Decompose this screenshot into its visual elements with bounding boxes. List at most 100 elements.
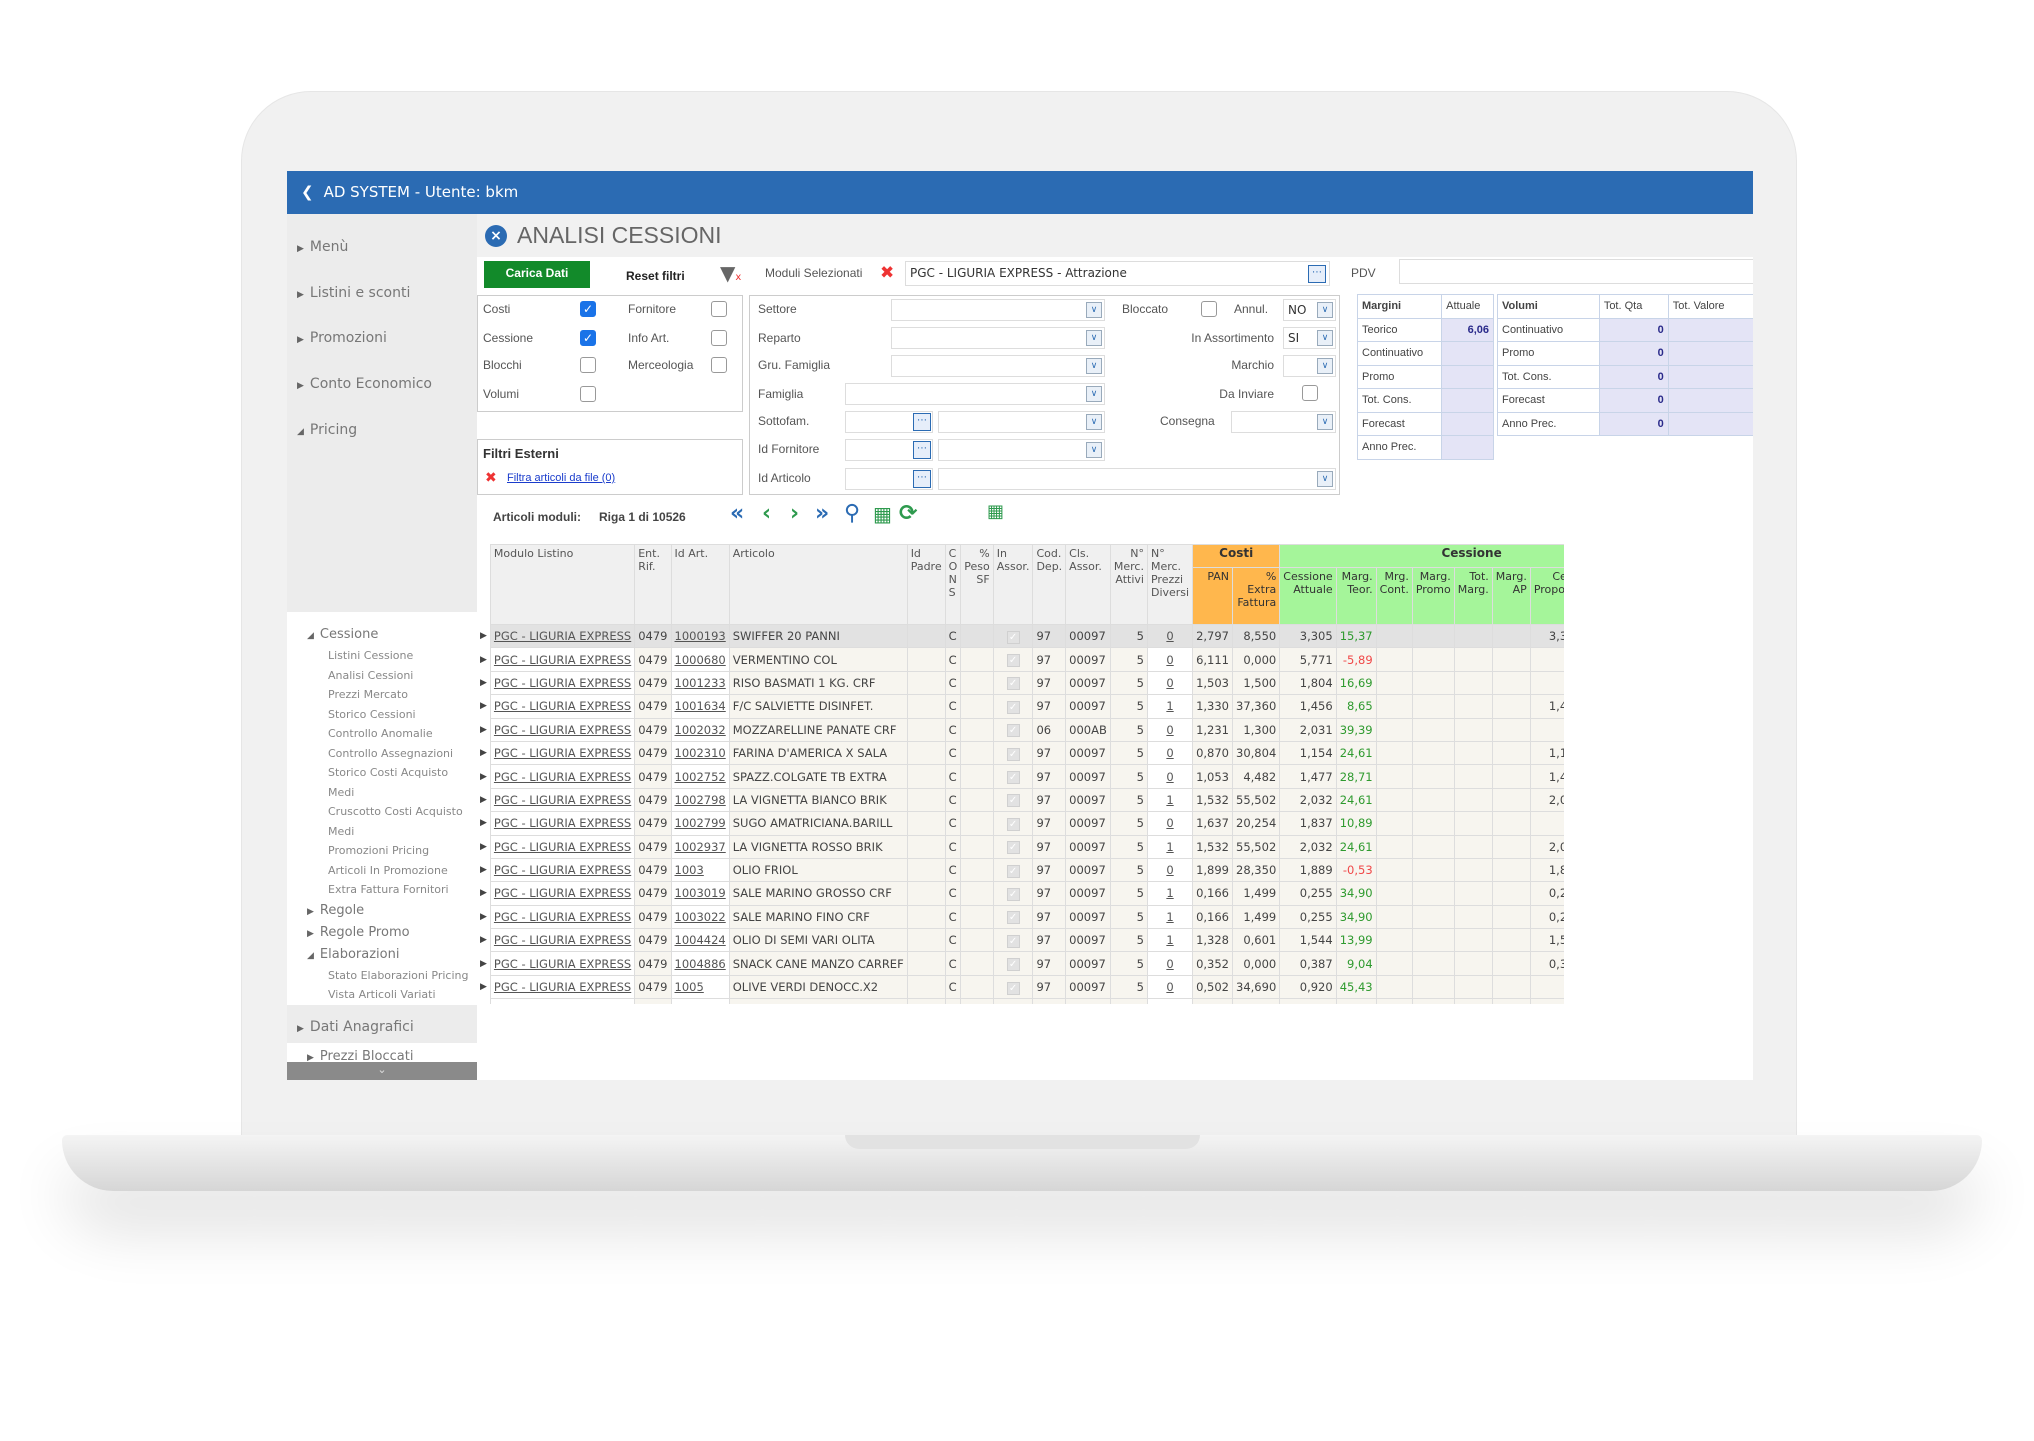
scroll-down-button[interactable]: ⌄	[287, 1062, 477, 1080]
expand-row-icon[interactable]: ▶	[477, 647, 491, 672]
cell-0[interactable]: PGC - LIGURIA EXPRESS	[489, 647, 636, 672]
cell-2[interactable]: 1002937	[670, 834, 730, 859]
cell-11[interactable]: 1	[1146, 787, 1194, 813]
tree-group[interactable]: ◢ Elaborazioni	[307, 944, 477, 966]
remove-file-filter-icon[interactable]: ✖	[485, 470, 497, 486]
table-row[interactable]: ▶ PGC - LIGURIA EXPRESS 0479 1002798 LA VIGN…	[477, 787, 1564, 813]
marchio-select[interactable]: ∨	[1283, 355, 1336, 377]
cell-11[interactable]: 0	[1146, 647, 1194, 672]
cell-0[interactable]: PGC - LIGURIA EXPRESS	[489, 764, 636, 789]
annul-select[interactable]: NO ∨	[1283, 299, 1336, 321]
column-header[interactable]: Cod. Dep.	[1032, 544, 1067, 625]
last-page-icon[interactable]: »	[815, 501, 829, 526]
gru-famiglia-select[interactable]: ∨	[891, 355, 1105, 377]
tree-item[interactable]: Prezzi Mercato	[307, 685, 477, 705]
costi-checkbox[interactable]: ✓	[580, 301, 596, 317]
cell-0[interactable]: PGC - LIGURIA EXPRESS	[489, 904, 636, 930]
tree-item[interactable]: Stato Elaborazioni Pricing	[307, 966, 477, 986]
cell-11[interactable]: 1	[1146, 834, 1194, 859]
bloccato-checkbox[interactable]	[1201, 301, 1217, 317]
cell-0[interactable]: PGC - LIGURIA EXPRESS	[489, 717, 636, 742]
cell-2[interactable]: 1002799	[670, 811, 730, 836]
back-icon[interactable]: ❮	[301, 183, 314, 201]
table-row[interactable]: ▶ PGC - LIGURIA EXPRESS 0479 1003019 SALE MA…	[477, 881, 1564, 906]
info-art-checkbox[interactable]	[711, 330, 727, 346]
reset-filters-button[interactable]: Reset filtri	[626, 269, 685, 283]
table-row[interactable]: ▶ PGC - LIGURIA EXPRESS 0479 1000680 VERMENT…	[477, 647, 1564, 672]
cell-2[interactable]: 1004424	[670, 928, 730, 953]
tree-item[interactable]: Promozioni Pricing	[307, 841, 477, 861]
cell-11[interactable]: 0	[1146, 811, 1194, 836]
cell-11[interactable]: 1	[1146, 694, 1194, 719]
table-row[interactable]: ▶ PGC - LIGURIA EXPRESS 0479 1002032 MOZZARE…	[477, 717, 1564, 742]
cell-0[interactable]: PGC - LIGURIA EXPRESS	[489, 740, 636, 766]
column-header[interactable]: Ent. Rif.	[634, 544, 672, 625]
table-row[interactable]: ▶PGC - LIGURIA EXPRESS04791005159PROB.DR…	[477, 998, 1564, 1004]
expand-row-icon[interactable]: ▶	[477, 835, 491, 859]
expand-row-icon[interactable]: ▶	[477, 624, 491, 648]
table-row[interactable]: ▶ PGC - LIGURIA EXPRESS 0479 1002752 SPAZZ.C…	[477, 764, 1564, 789]
columns-icon[interactable]: ▦	[873, 502, 892, 526]
cell-0[interactable]: PGC - LIGURIA EXPRESS	[489, 951, 636, 976]
browse-icon[interactable]: ⋯	[1308, 265, 1326, 283]
clear-filter-icon[interactable]: ▼x	[720, 261, 741, 285]
merceologia-checkbox[interactable]	[711, 357, 727, 373]
browse-icon[interactable]: ⋯	[913, 470, 931, 488]
cell-0[interactable]: PGC - LIGURIA EXPRESS	[489, 881, 636, 906]
column-header[interactable]: Cess. Proposta	[1529, 566, 1564, 626]
table-row[interactable]: ▶ PGC - LIGURIA EXPRESS 0479 1004886 SNACK C…	[477, 951, 1564, 976]
cell-0[interactable]: PGC - LIGURIA EXPRESS	[489, 670, 636, 696]
sidebar-item-pricing[interactable]: ◢ Pricing	[297, 422, 357, 438]
cell-11[interactable]: 0	[1146, 670, 1194, 696]
column-header[interactable]: C O N S	[944, 544, 962, 625]
search-icon[interactable]: ⚲	[844, 501, 860, 526]
sottofam-input[interactable]: ⋯	[845, 411, 933, 433]
fornitore-checkbox[interactable]	[711, 301, 727, 317]
cessione-checkbox[interactable]: ✓	[580, 330, 596, 346]
cell-0[interactable]: PGC - LIGURIA EXPRESS	[489, 834, 636, 859]
prev-page-icon[interactable]: ‹	[762, 501, 771, 526]
tree-group[interactable]: ◢ Cessione	[307, 624, 477, 646]
table-row[interactable]: ▶ PGC - LIGURIA EXPRESS 0479 1002937 LA VIGN…	[477, 834, 1564, 859]
cell-0[interactable]: PGC - LIGURIA EXPRESS	[489, 928, 636, 953]
cell-11[interactable]: 0	[1146, 951, 1194, 976]
sidebar-item-promozioni[interactable]: ▶ Promozioni	[297, 330, 387, 346]
cell-2[interactable]: 1001233	[670, 670, 730, 696]
column-header[interactable]: Cls. Assor.	[1065, 544, 1111, 625]
tree-item[interactable]: Listini Cessione	[307, 646, 477, 666]
cell-2[interactable]: 1002310	[670, 740, 730, 766]
cell-0[interactable]: PGC - LIGURIA EXPRESS	[489, 787, 636, 813]
cell-11[interactable]: 0	[1146, 764, 1194, 789]
column-header[interactable]: Modulo Listino	[489, 544, 636, 625]
refresh-icon[interactable]: ⟳	[899, 501, 917, 526]
cell-2[interactable]: 1002032	[670, 717, 730, 742]
expand-row-icon[interactable]: ▶	[477, 858, 491, 882]
id-articolo-select[interactable]: ∨	[938, 468, 1336, 490]
tree-item[interactable]: Cruscotto Costi Acquisto Medi	[307, 802, 477, 841]
tree-item[interactable]: Vista Articoli Variati	[307, 985, 477, 1005]
column-header[interactable]: Id Art.	[670, 544, 730, 625]
tree-group[interactable]: ▶ Regole Promo	[307, 922, 477, 944]
expand-row-icon[interactable]: ▶	[477, 998, 491, 1004]
table-row[interactable]: ▶ PGC - LIGURIA EXPRESS 0479 1005 OLIVE VERD…	[477, 974, 1564, 1000]
tree-item[interactable]: Storico Costi Acquisto Medi	[307, 763, 477, 802]
cell-2[interactable]: 1003019	[670, 881, 730, 906]
filter-from-file-link[interactable]: Filtra articoli da file (0)	[507, 472, 615, 484]
cell-11[interactable]: 0	[1146, 740, 1194, 766]
expand-row-icon[interactable]: ▶	[477, 788, 491, 812]
sidebar-item-dati-anagrafici[interactable]: ▶ Dati Anagrafici	[297, 1019, 414, 1035]
table-row[interactable]: ▶ PGC - LIGURIA EXPRESS 0479 1003022 SALE MA…	[477, 904, 1564, 930]
column-header[interactable]: N° Merc. Prezzi Diversi	[1146, 544, 1194, 625]
column-header[interactable]: PAN	[1192, 566, 1234, 626]
cell-2[interactable]: 1004886	[670, 951, 730, 976]
cell-2[interactable]: 1001634	[670, 694, 730, 719]
column-header[interactable]: % Extra Fattura	[1232, 566, 1281, 626]
column-header[interactable]: In Assor.	[992, 544, 1034, 625]
cell-0[interactable]: PGC - LIGURIA EXPRESS	[489, 623, 636, 649]
cell-2[interactable]: 1000680	[670, 647, 730, 672]
column-header[interactable]: Marg. Teor.	[1335, 566, 1377, 626]
close-circle-icon[interactable]: ×	[485, 225, 507, 247]
blocchi-checkbox[interactable]	[580, 357, 596, 373]
id-fornitore-input[interactable]: ⋯	[845, 439, 933, 461]
table-row[interactable]: ▶ PGC - LIGURIA EXPRESS 0479 1003 OLIO FRIOL…	[477, 857, 1564, 883]
